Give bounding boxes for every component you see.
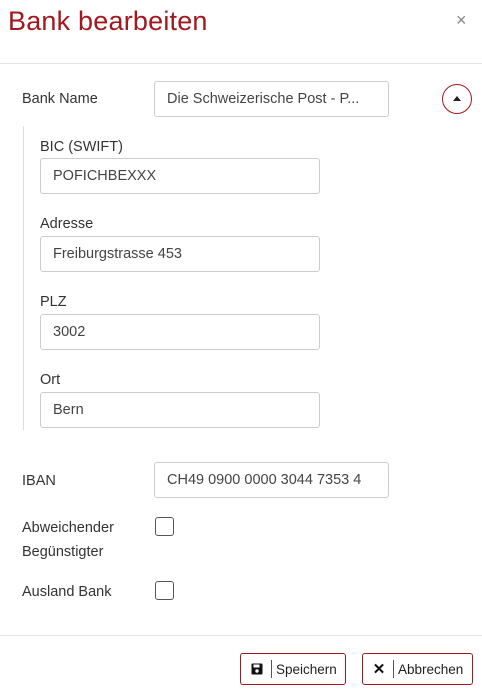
- adresse-label: Adresse: [40, 216, 94, 232]
- iban-label: IBAN: [22, 473, 56, 489]
- group-divider: [23, 126, 24, 430]
- abweichender-label-line1: Abweichender: [22, 520, 114, 536]
- iban-field[interactable]: CH49 0900 0000 3044 7353 4: [154, 462, 389, 498]
- footer-divider: [0, 635, 482, 636]
- ausland-checkbox[interactable]: [155, 581, 174, 600]
- save-button[interactable]: Speichern: [240, 653, 346, 685]
- save-separator: [271, 660, 272, 678]
- cancel-label: Abbrechen: [398, 661, 464, 677]
- caret-up-icon: [453, 96, 461, 101]
- bic-field[interactable]: POFICHBEXXX: [40, 158, 320, 194]
- bic-label: BIC (SWIFT): [40, 139, 123, 155]
- abweichender-checkbox[interactable]: [155, 517, 174, 536]
- cancel-button[interactable]: ✕ Abbrechen: [362, 653, 473, 685]
- cancel-separator: [393, 660, 394, 678]
- adresse-field[interactable]: Freiburgstrasse 453: [40, 236, 320, 272]
- dialog-header: Bank bearbeiten ×: [0, 0, 482, 64]
- floppy-disk-icon: [249, 663, 265, 675]
- ausland-label: Ausland Bank: [22, 584, 112, 600]
- abweichender-label-line2: Begünstigter: [22, 544, 104, 560]
- plz-label: PLZ: [40, 294, 67, 310]
- save-label: Speichern: [276, 661, 337, 677]
- ort-field[interactable]: Bern: [40, 392, 320, 428]
- x-icon: ✕: [372, 660, 386, 678]
- dialog-title: Bank bearbeiten: [8, 6, 208, 36]
- plz-field[interactable]: 3002: [40, 314, 320, 350]
- ort-label: Ort: [40, 372, 61, 388]
- bank-name-field[interactable]: Die Schweizerische Post - P...: [154, 81, 389, 117]
- close-icon[interactable]: ×: [456, 10, 467, 31]
- bank-name-label: Bank Name: [22, 91, 98, 107]
- collapse-button[interactable]: [442, 84, 472, 114]
